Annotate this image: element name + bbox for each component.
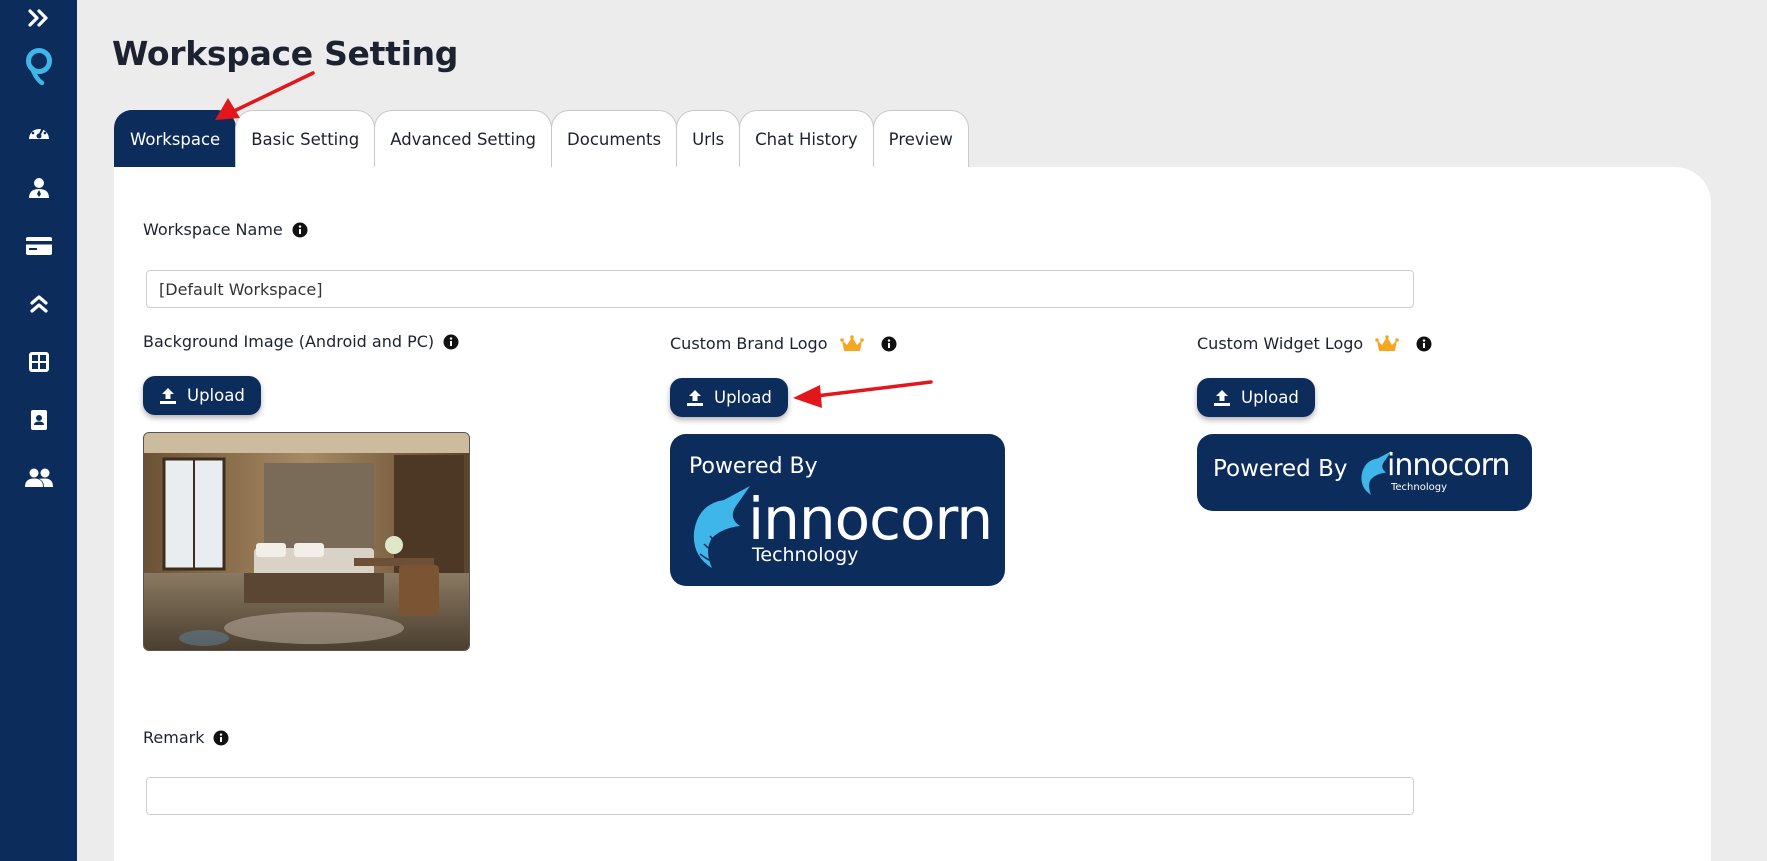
main-content: Workspace Setting Workspace Basic Settin… xyxy=(77,0,1767,861)
double-chevron-right-icon[interactable] xyxy=(0,6,77,30)
upload-button-label: Upload xyxy=(1241,388,1299,407)
background-image-label-text: Background Image (Android and PC) xyxy=(143,332,435,351)
remark-input[interactable] xyxy=(146,777,1414,815)
tab-documents[interactable]: Documents xyxy=(551,110,678,168)
widget-logo-label-text: Custom Widget Logo xyxy=(1197,334,1364,353)
tab-basic-setting[interactable]: Basic Setting xyxy=(235,110,376,168)
upload-icon xyxy=(686,389,704,407)
credit-card-icon[interactable] xyxy=(0,234,77,258)
info-icon[interactable] xyxy=(213,730,229,746)
tab-chat-history[interactable]: Chat History xyxy=(739,110,874,168)
upload-icon xyxy=(1213,389,1231,407)
double-chevron-up-icon[interactable] xyxy=(0,292,77,316)
background-image-preview xyxy=(143,432,470,651)
powered-by-text: Powered By xyxy=(1213,456,1348,482)
users-icon[interactable] xyxy=(0,466,77,490)
page-title: Workspace Setting xyxy=(112,34,459,73)
crown-icon xyxy=(1375,334,1399,353)
brand-name: innocorn xyxy=(1387,448,1510,483)
user-icon[interactable] xyxy=(0,176,77,200)
unicorn-mark-icon xyxy=(693,486,750,568)
upload-button-label: Upload xyxy=(187,386,245,405)
brand-logo-label-text: Custom Brand Logo xyxy=(670,334,828,353)
dashboard-gauge-icon[interactable] xyxy=(0,120,77,144)
info-icon[interactable] xyxy=(292,222,308,238)
brand-subtitle: Technology xyxy=(752,544,859,566)
brand-name: innocorn xyxy=(748,485,993,553)
powered-by-text: Powered By xyxy=(689,454,818,479)
upload-button-label: Upload xyxy=(714,388,772,407)
workspace-name-label: Workspace Name xyxy=(143,220,308,239)
tab-urls[interactable]: Urls xyxy=(676,110,741,168)
brand-subtitle: Technology xyxy=(1391,482,1448,493)
brand-logo-upload-button[interactable]: Upload xyxy=(670,378,788,417)
remark-label-text: Remark xyxy=(143,728,205,747)
crown-icon xyxy=(839,334,864,353)
info-icon[interactable] xyxy=(881,336,897,352)
sidebar xyxy=(0,0,77,861)
tab-workspace[interactable]: Workspace xyxy=(114,110,237,168)
brand-logo-preview: Powered By innocorn Technology xyxy=(670,434,1005,586)
info-icon[interactable] xyxy=(443,334,459,350)
widget-logo-label: Custom Widget Logo xyxy=(1197,334,1432,353)
widget-logo-upload-button[interactable]: Upload xyxy=(1197,378,1315,417)
remark-label: Remark xyxy=(143,728,229,747)
workspace-name-input[interactable] xyxy=(146,270,1414,308)
background-image-label: Background Image (Android and PC) xyxy=(143,332,459,351)
background-image-upload-button[interactable]: Upload xyxy=(143,376,261,415)
workspace-name-label-text: Workspace Name xyxy=(143,220,283,239)
brand-logo-label: Custom Brand Logo xyxy=(670,334,897,353)
plus-square-icon[interactable] xyxy=(0,350,77,374)
app-logo-icon[interactable] xyxy=(0,46,77,86)
upload-icon xyxy=(159,387,177,405)
info-icon[interactable] xyxy=(1416,336,1432,352)
tab-bar: Workspace Basic Setting Advanced Setting… xyxy=(114,110,969,168)
widget-logo-preview: Powered By innocorn Technology xyxy=(1197,434,1532,511)
contact-card-icon[interactable] xyxy=(0,408,77,432)
tab-advanced-setting[interactable]: Advanced Setting xyxy=(374,110,553,168)
tab-preview[interactable]: Preview xyxy=(872,110,969,168)
